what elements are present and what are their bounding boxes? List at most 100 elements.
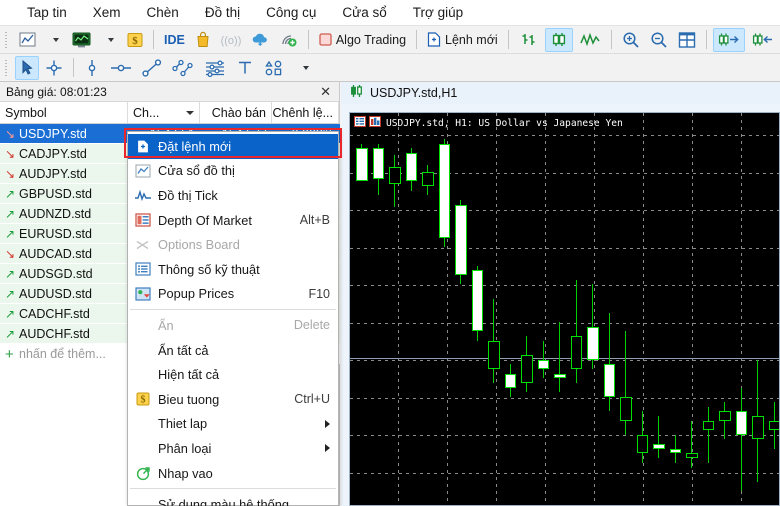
signals-icon[interactable]: ((o))	[217, 28, 245, 52]
candlestick-body	[653, 444, 665, 449]
cloud-icon[interactable]	[247, 28, 274, 52]
sort-desc-icon[interactable]	[186, 110, 194, 115]
context-item-label: Đặt lệnh mới	[158, 138, 232, 154]
trend-up-icon: ↗	[5, 186, 16, 201]
ide-button[interactable]: IDE	[160, 28, 189, 52]
menu-item-charts[interactable]: Đồ thị	[192, 3, 253, 22]
candlestick	[455, 113, 467, 505]
candlestick-body	[735, 411, 747, 435]
fibonacci-tool-icon[interactable]	[200, 56, 230, 80]
candlestick	[702, 113, 714, 505]
terminal-dropdown-caret[interactable]	[97, 28, 121, 52]
algo-trading-label: Algo Trading	[335, 32, 407, 47]
chart-window-icon	[128, 164, 158, 178]
menu-item-window[interactable]: Cửa sổ	[329, 3, 399, 22]
candlestick	[587, 113, 599, 505]
depth-market-icon	[128, 213, 158, 227]
bar-chart-icon[interactable]	[515, 28, 543, 52]
column-header-symbol[interactable]: Symbol	[0, 102, 128, 123]
context-item-settings[interactable]: Thiet lap	[128, 412, 338, 437]
candlestick-body	[521, 354, 533, 384]
column-header-ask[interactable]: Chào bán	[200, 102, 272, 123]
context-item-use-system-colors[interactable]: Sử dụng màu hệ thống	[128, 492, 338, 506]
scroll-end-icon[interactable]	[712, 27, 745, 52]
context-item-label: Ẩn tất cả	[158, 342, 209, 358]
market-watch-title: Bảng giá: 08:01:23	[6, 84, 107, 99]
context-menu-separator	[130, 488, 336, 490]
context-item-label: Nhap vao	[158, 465, 213, 481]
crosshair-tool-icon[interactable]	[41, 56, 67, 80]
chart-dropdown-caret[interactable]	[42, 28, 66, 52]
vertical-line-tool-icon[interactable]	[80, 56, 104, 80]
candlestick-body	[455, 204, 467, 276]
trend-down-icon: ↘	[5, 146, 16, 161]
context-item-show-all[interactable]: Hiện tất cả	[128, 362, 338, 387]
equidistant-channel-tool-icon[interactable]	[168, 56, 198, 80]
menu-item-insert[interactable]: Chèn	[134, 3, 192, 22]
context-item-depth-of-market[interactable]: Depth Of Market Alt+B	[128, 208, 338, 233]
context-item-label: Ẩn	[158, 317, 174, 333]
candlestick-chart-icon[interactable]	[544, 27, 573, 52]
context-item-specification[interactable]: Thông số kỹ thuật	[128, 257, 338, 282]
candlestick-body	[719, 411, 731, 421]
candlestick	[620, 113, 632, 505]
line-chart-icon[interactable]	[575, 28, 605, 52]
chart-tab-header[interactable]: USDJPY.std,H1	[341, 82, 780, 104]
context-item-label: Thiet lap	[158, 416, 208, 432]
context-item-sort[interactable]: Phân loại	[128, 436, 338, 461]
menu-item-file[interactable]: Tap tin	[14, 3, 80, 22]
horizontal-line-tool-icon[interactable]	[106, 56, 136, 80]
data-window-icon	[354, 116, 366, 130]
plus-icon: +	[5, 345, 14, 363]
cursor-tool-icon[interactable]	[15, 55, 39, 80]
context-item-label: Sử dụng màu hệ thống	[158, 497, 289, 506]
candlestick-body	[603, 364, 615, 398]
shapes-dropdown-caret[interactable]	[292, 56, 316, 80]
chart-shift-icon[interactable]	[747, 28, 779, 52]
context-item-new-order[interactable]: Đặt lệnh mới	[128, 134, 338, 159]
context-item-chart-window[interactable]: Cửa sổ đồ thị	[128, 159, 338, 184]
candlestick	[603, 113, 615, 505]
vps-icon[interactable]	[276, 28, 302, 52]
symbol-label: CADJPY.std	[19, 146, 87, 161]
terminal-icon[interactable]	[68, 28, 95, 52]
trend-down-icon: ↘	[5, 246, 16, 261]
context-item-popup-prices[interactable]: Popup Prices F10	[128, 282, 338, 307]
trend-up-icon: ↗	[5, 306, 16, 321]
candlestick	[356, 113, 368, 505]
trendline-tool-icon[interactable]	[138, 56, 166, 80]
shapes-tool-icon[interactable]	[260, 56, 290, 80]
tile-windows-icon[interactable]	[674, 28, 700, 52]
context-item-import[interactable]: Nhap vao	[128, 461, 338, 486]
new-order-icon	[128, 139, 158, 154]
menu-item-tools[interactable]: Công cụ	[253, 3, 329, 22]
algo-trading-button[interactable]: Algo Trading	[315, 28, 410, 52]
context-item-hide-all[interactable]: Ẩn tất cả	[128, 338, 338, 363]
new-chart-icon[interactable]	[15, 28, 40, 52]
currency-icon[interactable]: $	[123, 28, 147, 52]
text-tool-icon[interactable]	[232, 56, 258, 80]
column-header-spread[interactable]: Chênh lệ...	[272, 102, 339, 123]
menu-item-view[interactable]: Xem	[80, 3, 134, 22]
menu-item-help[interactable]: Trợ giúp	[400, 3, 476, 22]
toolbar-grip[interactable]	[3, 29, 12, 50]
candlestick-body	[372, 148, 384, 179]
drawing-toolbar-grip[interactable]	[3, 57, 12, 78]
column-header-bid[interactable]: Ch...	[128, 102, 200, 123]
context-item-label: Options Board	[158, 237, 240, 253]
market-watch-context-menu: Đặt lệnh mới Cửa sổ đồ thị Đồ thị Tick D…	[127, 131, 339, 506]
market-bag-icon[interactable]	[191, 28, 215, 52]
svg-text:$: $	[141, 395, 146, 406]
candlestick-wick	[707, 406, 709, 463]
context-item-label: Popup Prices	[158, 286, 235, 302]
new-order-button[interactable]: Lệnh mới	[423, 28, 502, 52]
metatrader-window: Tap tin Xem Chèn Đồ thị Công cụ Cửa sổ T…	[0, 0, 780, 506]
context-item-symbols[interactable]: $ Bieu tuong Ctrl+U	[128, 387, 338, 412]
zoom-in-icon[interactable]	[618, 28, 644, 52]
close-icon[interactable]: ✕	[316, 85, 335, 98]
context-item-tick-chart[interactable]: Đồ thị Tick	[128, 183, 338, 208]
candlestick	[504, 113, 516, 505]
chart-canvas[interactable]: USDJPY.std, H1: US Dollar vs Japanese Ye…	[349, 112, 780, 506]
zoom-out-icon[interactable]	[646, 28, 672, 52]
candlestick-body	[620, 397, 632, 421]
